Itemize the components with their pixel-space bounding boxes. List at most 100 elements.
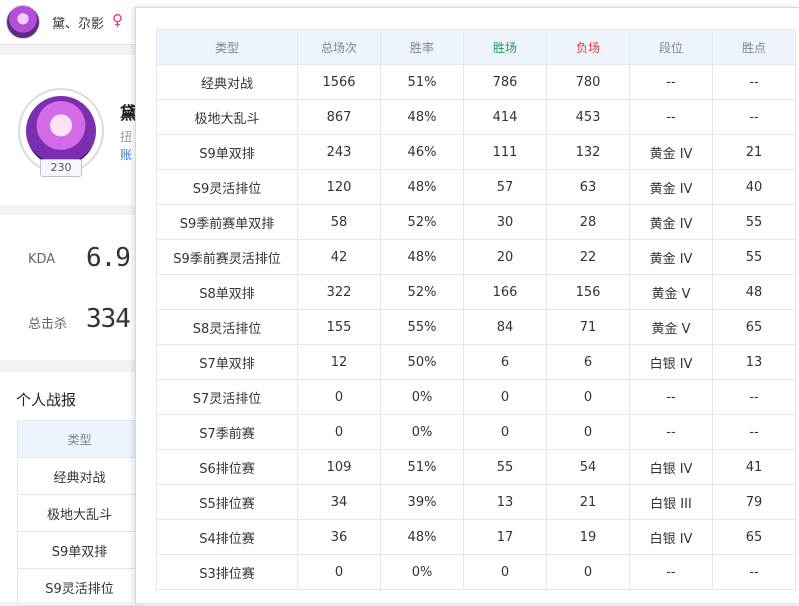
cell-wins: 0 <box>463 554 547 590</box>
cell-tier: 黄金 IV <box>629 204 713 240</box>
report-table: 类型 经典对战 极地大乱斗 S9单双排 S9灵活排位 <box>17 420 142 606</box>
cell-tier: 黄金 V <box>629 274 713 310</box>
cell-type: S8单双排 <box>156 274 298 310</box>
cell-wins: 84 <box>463 309 547 345</box>
cell-tier: -- <box>629 379 713 415</box>
cell-type: S6排位赛 <box>156 449 298 485</box>
cell-lp: 55 <box>712 239 796 275</box>
kda-value: 6.9 <box>86 243 131 273</box>
cell-tier: 黄金 IV <box>629 239 713 275</box>
cell-wins: 166 <box>463 274 547 310</box>
cell-losses: 6 <box>546 344 630 380</box>
cell-total: 58 <box>297 204 381 240</box>
table-cell: 极地大乱斗 <box>17 494 142 532</box>
cell-losses: 28 <box>546 204 630 240</box>
table-row: 极地大乱斗 <box>17 494 142 532</box>
cell-type: 极地大乱斗 <box>156 99 298 135</box>
cell-winrate: 55% <box>380 309 464 345</box>
cell-total: 1566 <box>297 64 381 100</box>
cell-total: 12 <box>297 344 381 380</box>
cell-total: 867 <box>297 99 381 135</box>
user-avatar[interactable] <box>6 5 40 39</box>
cell-losses: 0 <box>546 554 630 590</box>
stats-table: 类型 总场次 胜率 胜场 负场 段位 胜点 经典对战 1566 51% 786 780-… <box>156 29 796 590</box>
cell-total: 322 <box>297 274 381 310</box>
cell-tier: -- <box>629 99 713 135</box>
table-row: S9灵活排位 120 48% 57 63 黄金 IV 40 <box>156 169 796 205</box>
cell-lp: -- <box>712 99 796 135</box>
cell-winrate: 52% <box>380 274 464 310</box>
table-cell: S9单双排 <box>17 531 142 569</box>
cell-losses: 132 <box>546 134 630 170</box>
cell-lp: 65 <box>712 309 796 345</box>
cell-wins: 30 <box>463 204 547 240</box>
cell-tier: 黄金 IV <box>629 134 713 170</box>
table-cell: 经典对战 <box>17 457 142 495</box>
cell-wins: 20 <box>463 239 547 275</box>
table-header: 类型 总场次 胜率 胜场 负场 段位 胜点 <box>156 29 796 65</box>
profile-subtitle: 扭 <box>120 130 133 144</box>
table-row: S9灵活排位 <box>17 568 142 606</box>
cell-winrate: 46% <box>380 134 464 170</box>
table-cell: S9灵活排位 <box>17 568 142 606</box>
cell-type: S3排位赛 <box>156 554 298 590</box>
cell-wins: 0 <box>463 414 547 450</box>
cell-tier: 白银 IV <box>629 344 713 380</box>
column-header-total: 总场次 <box>297 29 381 65</box>
username[interactable]: 黛、尕影 <box>52 13 104 32</box>
report-title: 个人战报 <box>16 391 77 409</box>
cell-losses: 22 <box>546 239 630 275</box>
cell-losses: 71 <box>546 309 630 345</box>
stats-popup: 类型 总场次 胜率 胜场 负场 段位 胜点 经典对战 1566 51% 786 780-… <box>135 7 799 603</box>
cell-type: S9单双排 <box>156 134 298 170</box>
cell-lp: 41 <box>712 449 796 485</box>
cell-lp: -- <box>712 554 796 590</box>
cell-wins: 786 <box>463 64 547 100</box>
cell-winrate: 51% <box>380 64 464 100</box>
cell-total: 36 <box>297 519 381 555</box>
column-header-tier: 段位 <box>629 29 713 65</box>
cell-wins: 57 <box>463 169 547 205</box>
cell-lp: -- <box>712 414 796 450</box>
cell-type: S8灵活排位 <box>156 309 298 345</box>
column-header-winrate: 胜率 <box>380 29 464 65</box>
table-body: 经典对战 1566 51% 786 780 -- -- 极地大乱斗 867 48% 414 453 --… <box>156 64 796 590</box>
cell-type: S9季前赛单双排 <box>156 204 298 240</box>
column-header-wins: 胜场 <box>463 29 547 65</box>
table-row: S9单双排 243 46% 111 132 黄金 IV 21 <box>156 134 796 170</box>
cell-losses: 19 <box>546 519 630 555</box>
cell-total: 34 <box>297 484 381 520</box>
table-row: 经典对战 1566 51% 786 780 -- -- <box>156 64 796 100</box>
table-row: 经典对战 <box>17 457 142 495</box>
cell-winrate: 48% <box>380 99 464 135</box>
cell-type: S4排位赛 <box>156 519 298 555</box>
cell-lp: 48 <box>712 274 796 310</box>
cell-total: 120 <box>297 169 381 205</box>
account-link[interactable]: 账 <box>120 146 132 163</box>
cell-lp: -- <box>712 379 796 415</box>
cell-losses: 780 <box>546 64 630 100</box>
cell-winrate: 0% <box>380 554 464 590</box>
cell-tier: 黄金 V <box>629 309 713 345</box>
cell-winrate: 39% <box>380 484 464 520</box>
table-row: S6排位赛 109 51% 55 54 白银 IV 41 <box>156 449 796 485</box>
cell-tier: -- <box>629 414 713 450</box>
kills-label: 总击杀 <box>28 317 68 332</box>
cell-winrate: 52% <box>380 204 464 240</box>
cell-losses: 54 <box>546 449 630 485</box>
kills-value: 334 <box>86 304 131 334</box>
cell-type: S9灵活排位 <box>156 169 298 205</box>
cell-total: 243 <box>297 134 381 170</box>
cell-losses: 0 <box>546 414 630 450</box>
cell-winrate: 51% <box>380 449 464 485</box>
cell-wins: 414 <box>463 99 547 135</box>
cell-winrate: 48% <box>380 239 464 275</box>
table-row: S7灵活排位 0 0% 0 0 -- -- <box>156 379 796 415</box>
kda-label: KDA <box>28 252 56 267</box>
column-header: 类型 <box>17 420 142 458</box>
cell-winrate: 48% <box>380 169 464 205</box>
table-row: S9单双排 <box>17 531 142 569</box>
cell-tier: -- <box>629 554 713 590</box>
cell-total: 109 <box>297 449 381 485</box>
table-row: S4排位赛 36 48% 17 19 白银 IV 65 <box>156 519 796 555</box>
